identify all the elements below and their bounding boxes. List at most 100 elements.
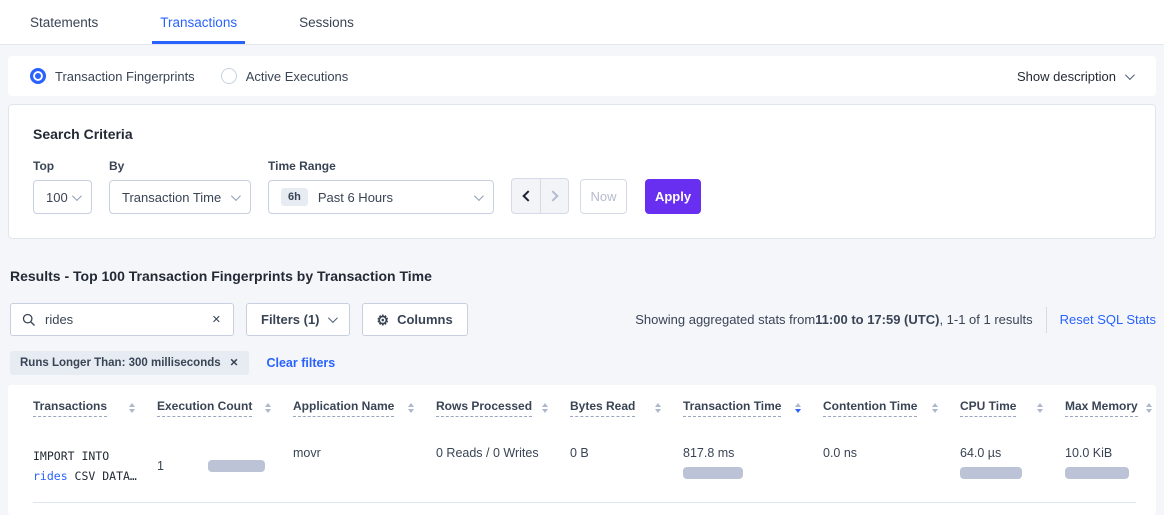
by-select-value: Transaction Time: [122, 190, 221, 205]
show-description-label: Show description: [1017, 69, 1116, 84]
bytes-read-cell: 0 B: [570, 429, 683, 502]
application-name-cell: movr: [293, 429, 436, 502]
sort-icon: [408, 403, 414, 414]
transaction-time-cell: 817.8 ms: [683, 429, 823, 502]
execution-count-bar: [208, 460, 265, 472]
execution-count-value: 1: [157, 459, 164, 473]
chevron-down-icon: [327, 313, 337, 323]
column-header-cpu-time[interactable]: CPU Time: [960, 385, 1065, 429]
cpu-time-cell: 64.0 µs: [960, 429, 1065, 502]
sort-icon: [542, 403, 548, 414]
time-range-select[interactable]: 6h Past 6 Hours: [268, 180, 494, 214]
filter-chip-label: Runs Longer Than: 300 milliseconds: [20, 357, 221, 369]
remove-filter-icon[interactable]: ✕: [228, 355, 241, 371]
time-window-nav: [511, 178, 569, 214]
column-header-bytes-read[interactable]: Bytes Read: [570, 385, 683, 429]
column-header-rows-processed[interactable]: Rows Processed: [436, 385, 570, 429]
sort-icon: [655, 403, 661, 414]
sort-icon-active-desc: [795, 403, 801, 414]
radio-active-executions[interactable]: Active Executions: [221, 68, 349, 84]
table-row: IMPORT INTO rides CSV DATA… 1 movr 0 Rea…: [33, 429, 1136, 503]
show-description-toggle[interactable]: Show description: [1017, 69, 1132, 84]
time-range-field: Time Range 6h Past 6 Hours: [268, 159, 494, 214]
max-memory-value: 10.0 KiB: [1065, 446, 1129, 460]
gear-icon: ⚙: [377, 313, 390, 327]
top-field-label: Top: [33, 159, 92, 173]
reset-sql-stats-link[interactable]: Reset SQL Stats: [1060, 312, 1156, 327]
sort-icon: [932, 403, 938, 414]
column-header-transaction-time[interactable]: Transaction Time: [683, 385, 823, 429]
transaction-time-value: 817.8 ms: [683, 446, 801, 460]
execution-count-cell: 1: [157, 429, 293, 502]
top-field: Top 100: [33, 159, 92, 214]
statement-line-2: rides CSV DATA…: [33, 466, 135, 486]
time-range-label: Time Range: [268, 159, 494, 173]
chevron-down-icon: [474, 191, 484, 201]
columns-button-label: Columns: [397, 312, 453, 327]
search-icon: [22, 313, 36, 327]
aggregated-stats-text: Showing aggregated stats from 11:00 to 1…: [635, 307, 1156, 333]
sort-icon: [129, 403, 135, 414]
chevron-down-icon: [1125, 70, 1135, 80]
table-header-row: Transactions Execution Count Application…: [33, 385, 1136, 429]
radio-label: Active Executions: [246, 69, 349, 84]
columns-button[interactable]: ⚙ Columns: [362, 303, 468, 336]
column-header-max-memory[interactable]: Max Memory: [1065, 385, 1164, 429]
search-criteria-title: Search Criteria: [33, 126, 1131, 142]
apply-button[interactable]: Apply: [645, 179, 701, 214]
transaction-time-bar: [683, 467, 743, 479]
results-heading: Results - Top 100 Transaction Fingerprin…: [10, 268, 1154, 284]
top-select[interactable]: 100: [33, 180, 92, 214]
max-memory-cell: 10.0 KiB: [1065, 429, 1151, 502]
search-input[interactable]: [45, 312, 210, 327]
next-time-window-button[interactable]: [540, 178, 569, 214]
transaction-fingerprint-link[interactable]: rides: [33, 469, 68, 483]
chevron-right-icon: [547, 190, 558, 201]
tab-sessions[interactable]: Sessions: [291, 3, 362, 44]
radio-transaction-fingerprints[interactable]: Transaction Fingerprints: [30, 68, 195, 84]
sort-icon: [265, 403, 271, 414]
cpu-time-bar: [960, 467, 1022, 479]
column-header-execution-count[interactable]: Execution Count: [157, 385, 293, 429]
results-toolbar: ✕ Filters (1) ⚙ Columns Showing aggregat…: [10, 303, 1156, 336]
time-range-value: Past 6 Hours: [318, 190, 393, 205]
contention-time-cell: 0.0 ns: [823, 429, 960, 502]
clear-filters-link[interactable]: Clear filters: [266, 356, 335, 370]
previous-time-window-button[interactable]: [511, 178, 540, 214]
max-memory-bar: [1065, 467, 1129, 479]
vertical-divider: [1046, 307, 1047, 333]
column-header-transactions[interactable]: Transactions: [33, 385, 157, 429]
filter-chip: Runs Longer Than: 300 milliseconds ✕: [10, 351, 249, 375]
view-toggle-band: Transaction Fingerprints Active Executio…: [8, 56, 1156, 96]
sort-icon: [1037, 403, 1043, 414]
sort-icon: [1146, 403, 1152, 414]
stats-prefix: Showing aggregated stats from: [635, 312, 815, 327]
time-range-badge: 6h: [281, 188, 308, 206]
radio-unselected-icon: [221, 68, 237, 84]
cpu-time-value: 64.0 µs: [960, 446, 1043, 460]
by-field-label: By: [109, 159, 251, 173]
stats-suffix: , 1-1 of 1 results: [939, 312, 1032, 327]
by-select[interactable]: Transaction Time: [109, 180, 251, 214]
tab-transactions[interactable]: Transactions: [152, 3, 245, 44]
results-table: Transactions Execution Count Application…: [8, 385, 1156, 515]
top-select-value: 100: [46, 190, 68, 205]
statement-line-1: IMPORT INTO: [33, 446, 135, 466]
column-header-application-name[interactable]: Application Name: [293, 385, 436, 429]
clear-search-icon[interactable]: ✕: [210, 311, 223, 328]
chevron-down-icon: [72, 191, 82, 201]
search-criteria-card: Search Criteria Top 100 By Transaction T…: [8, 104, 1156, 239]
chevron-down-icon: [231, 191, 241, 201]
radio-selected-icon: [30, 68, 46, 84]
statement-line-2-rest: CSV DATA…: [68, 469, 137, 483]
tab-statements[interactable]: Statements: [22, 3, 106, 44]
filters-button[interactable]: Filters (1): [246, 303, 350, 336]
stats-range: 11:00 to 17:59 (UTC): [815, 312, 939, 327]
now-button[interactable]: Now: [580, 179, 627, 214]
filters-button-label: Filters (1): [261, 312, 320, 327]
by-field: By Transaction Time: [109, 159, 251, 214]
chevron-left-icon: [522, 190, 533, 201]
radio-label: Transaction Fingerprints: [55, 69, 195, 84]
search-box: ✕: [10, 303, 234, 336]
column-header-contention-time[interactable]: Contention Time: [823, 385, 960, 429]
